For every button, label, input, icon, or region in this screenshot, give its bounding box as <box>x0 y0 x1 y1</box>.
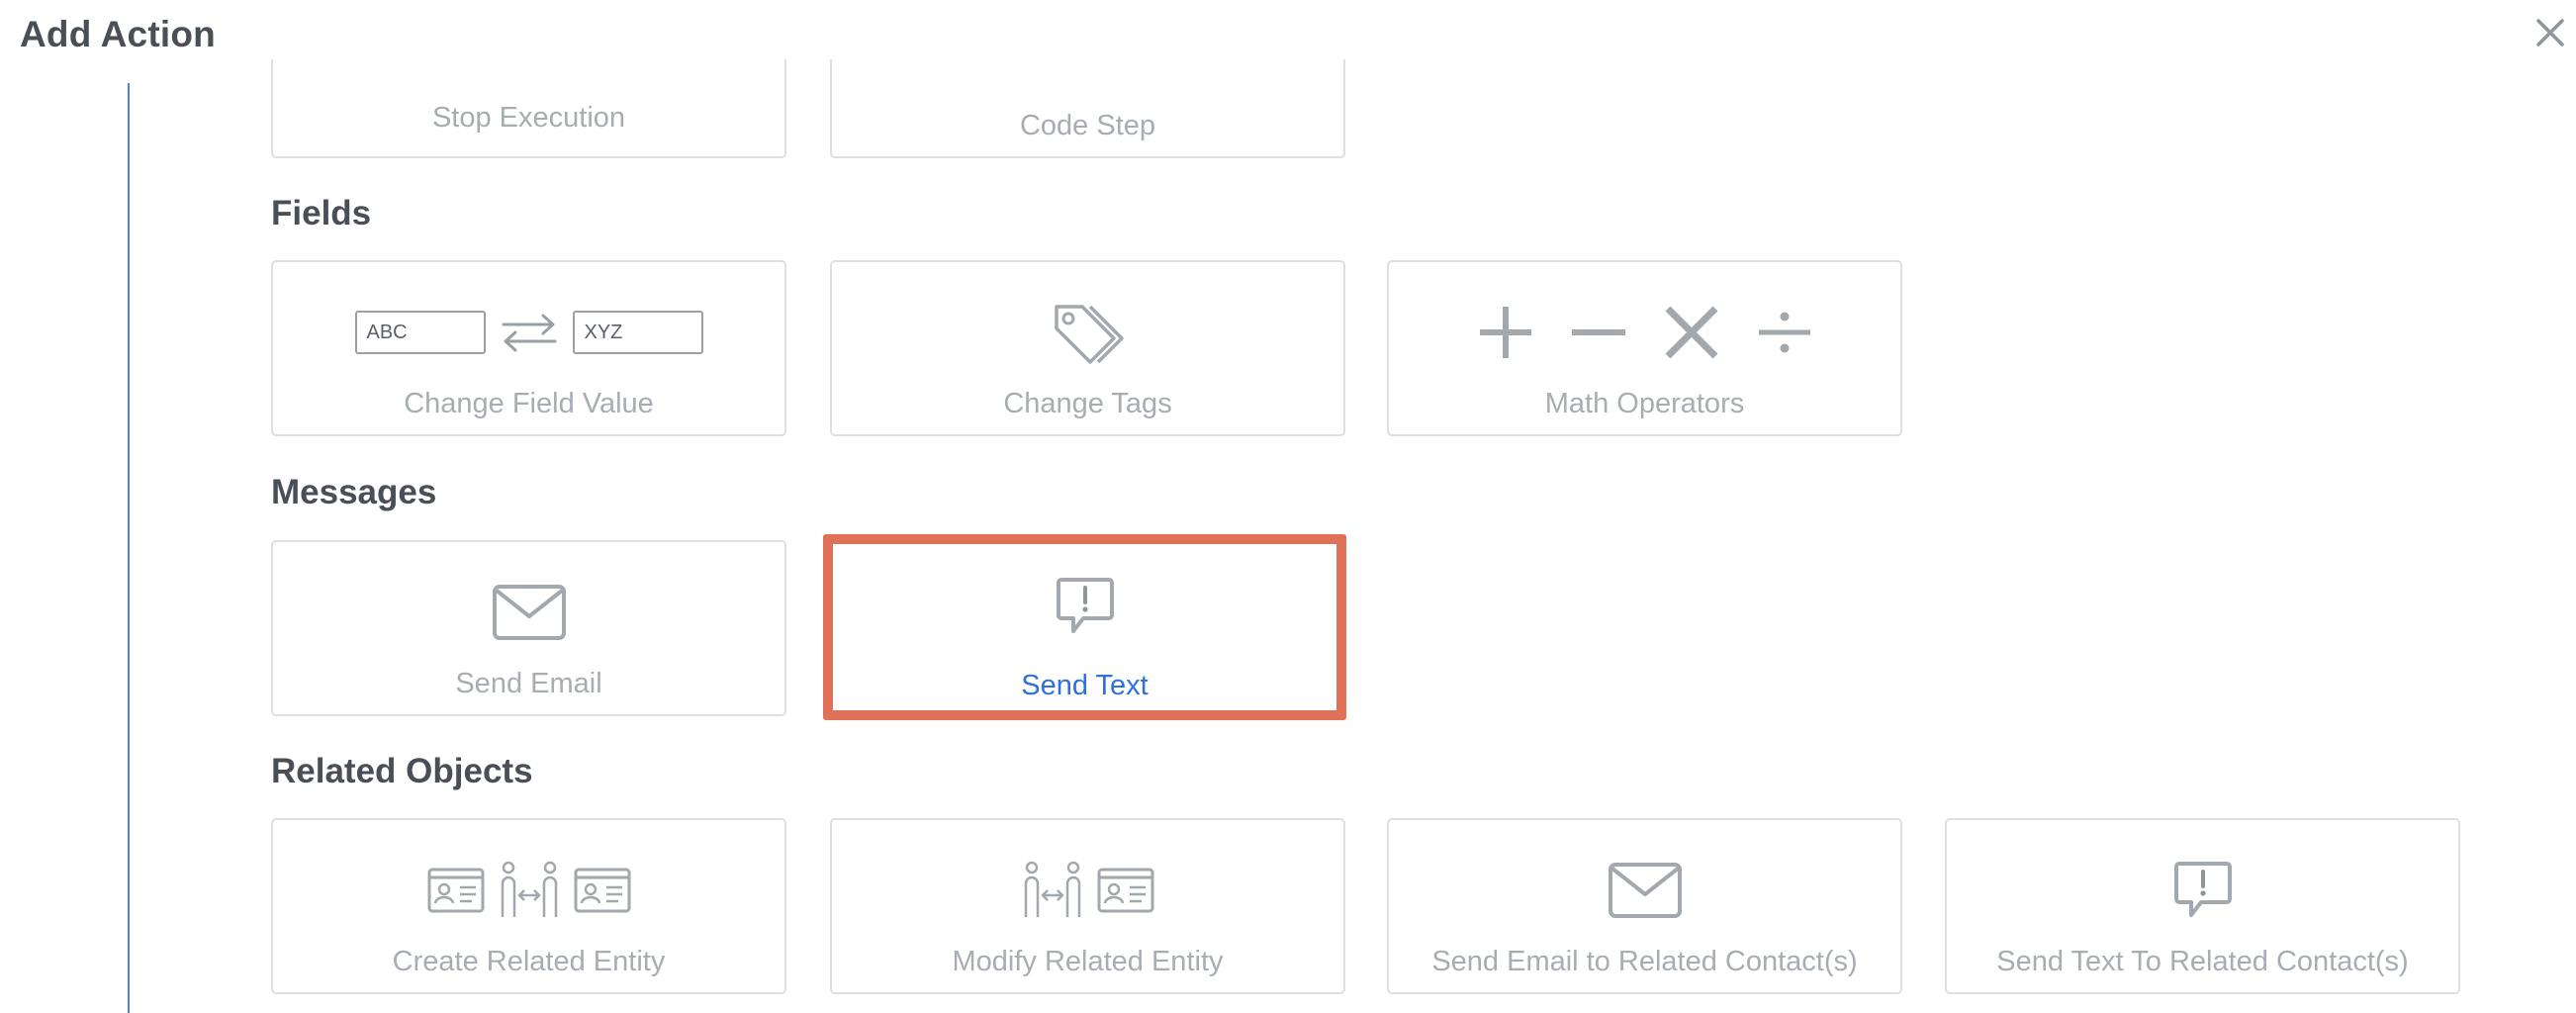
card-label: Code Step <box>1019 110 1156 141</box>
section-title-related-objects: Related Objects <box>271 752 533 790</box>
message-alert-icon <box>1056 578 1114 633</box>
modify-related-entity-card[interactable]: Modify Related Entity <box>830 818 1345 994</box>
section-title-fields: Fields <box>271 194 372 232</box>
timeline-line <box>128 83 130 1013</box>
minus-icon <box>1571 329 1625 335</box>
modal-title: Add Action <box>20 14 216 54</box>
create-related-entity-card[interactable]: Create Related Entity <box>271 818 786 994</box>
people-link-icon <box>501 861 557 917</box>
stop-execution-card[interactable]: Stop Execution <box>271 59 786 158</box>
card-label: Change Field Value <box>404 388 654 419</box>
times-icon <box>1665 306 1717 359</box>
change-tags-illustration <box>832 298 1343 367</box>
math-operators-illustration <box>1389 298 1900 367</box>
section-title-messages: Messages <box>271 473 437 511</box>
tags-icon <box>1054 305 1124 364</box>
card-label: Create Related Entity <box>392 946 666 977</box>
send-email-related-card[interactable]: Send Email to Related Contact(s) <box>1387 818 1902 994</box>
send-text-related-card[interactable]: Send Text To Related Contact(s) <box>1945 818 2460 994</box>
card-label: Send Email to Related Contact(s) <box>1431 946 1858 977</box>
change-field-value-card[interactable]: ABC XYZ Change Field Value <box>271 260 786 436</box>
change-tags-card[interactable]: Change Tags <box>830 260 1345 436</box>
card-label: Math Operators <box>1544 388 1745 419</box>
send-email-illustration <box>273 578 784 647</box>
send-text-related-illustration <box>1947 856 2458 925</box>
contact-card-icon <box>574 868 630 913</box>
message-alert-icon <box>2173 862 2232 917</box>
code-step-card[interactable]: Code Step <box>830 59 1345 158</box>
people-link-icon <box>1024 861 1080 917</box>
close-icon[interactable] <box>2533 16 2567 49</box>
send-text-card[interactable]: Send Text <box>823 534 1346 720</box>
card-label: Send Text To Related Contact(s) <box>1996 946 2409 977</box>
send-text-illustration <box>833 572 1336 641</box>
modify-related-entity-illustration <box>832 856 1343 925</box>
change-field-value-illustration: ABC XYZ <box>273 298 784 367</box>
envelope-icon <box>1608 863 1682 918</box>
field-box-right: XYZ <box>572 311 703 354</box>
plus-icon <box>1479 307 1531 358</box>
swap-arrows-icon <box>502 314 556 352</box>
send-email-related-illustration <box>1389 856 1900 925</box>
field-box-left: ABC <box>354 311 486 354</box>
card-label: Change Tags <box>1003 388 1172 419</box>
card-label: Stop Execution <box>431 102 626 134</box>
card-label: Send Email <box>455 668 602 699</box>
contact-card-icon <box>1097 868 1153 913</box>
divide-icon <box>1758 312 1810 353</box>
card-label: Send Text <box>1021 670 1149 701</box>
math-operators-card[interactable]: Math Operators <box>1387 260 1902 436</box>
envelope-icon <box>492 585 566 640</box>
create-related-entity-illustration <box>273 856 784 925</box>
contact-card-icon <box>427 868 484 913</box>
send-email-card[interactable]: Send Email <box>271 540 786 716</box>
card-label: Modify Related Entity <box>952 946 1224 977</box>
